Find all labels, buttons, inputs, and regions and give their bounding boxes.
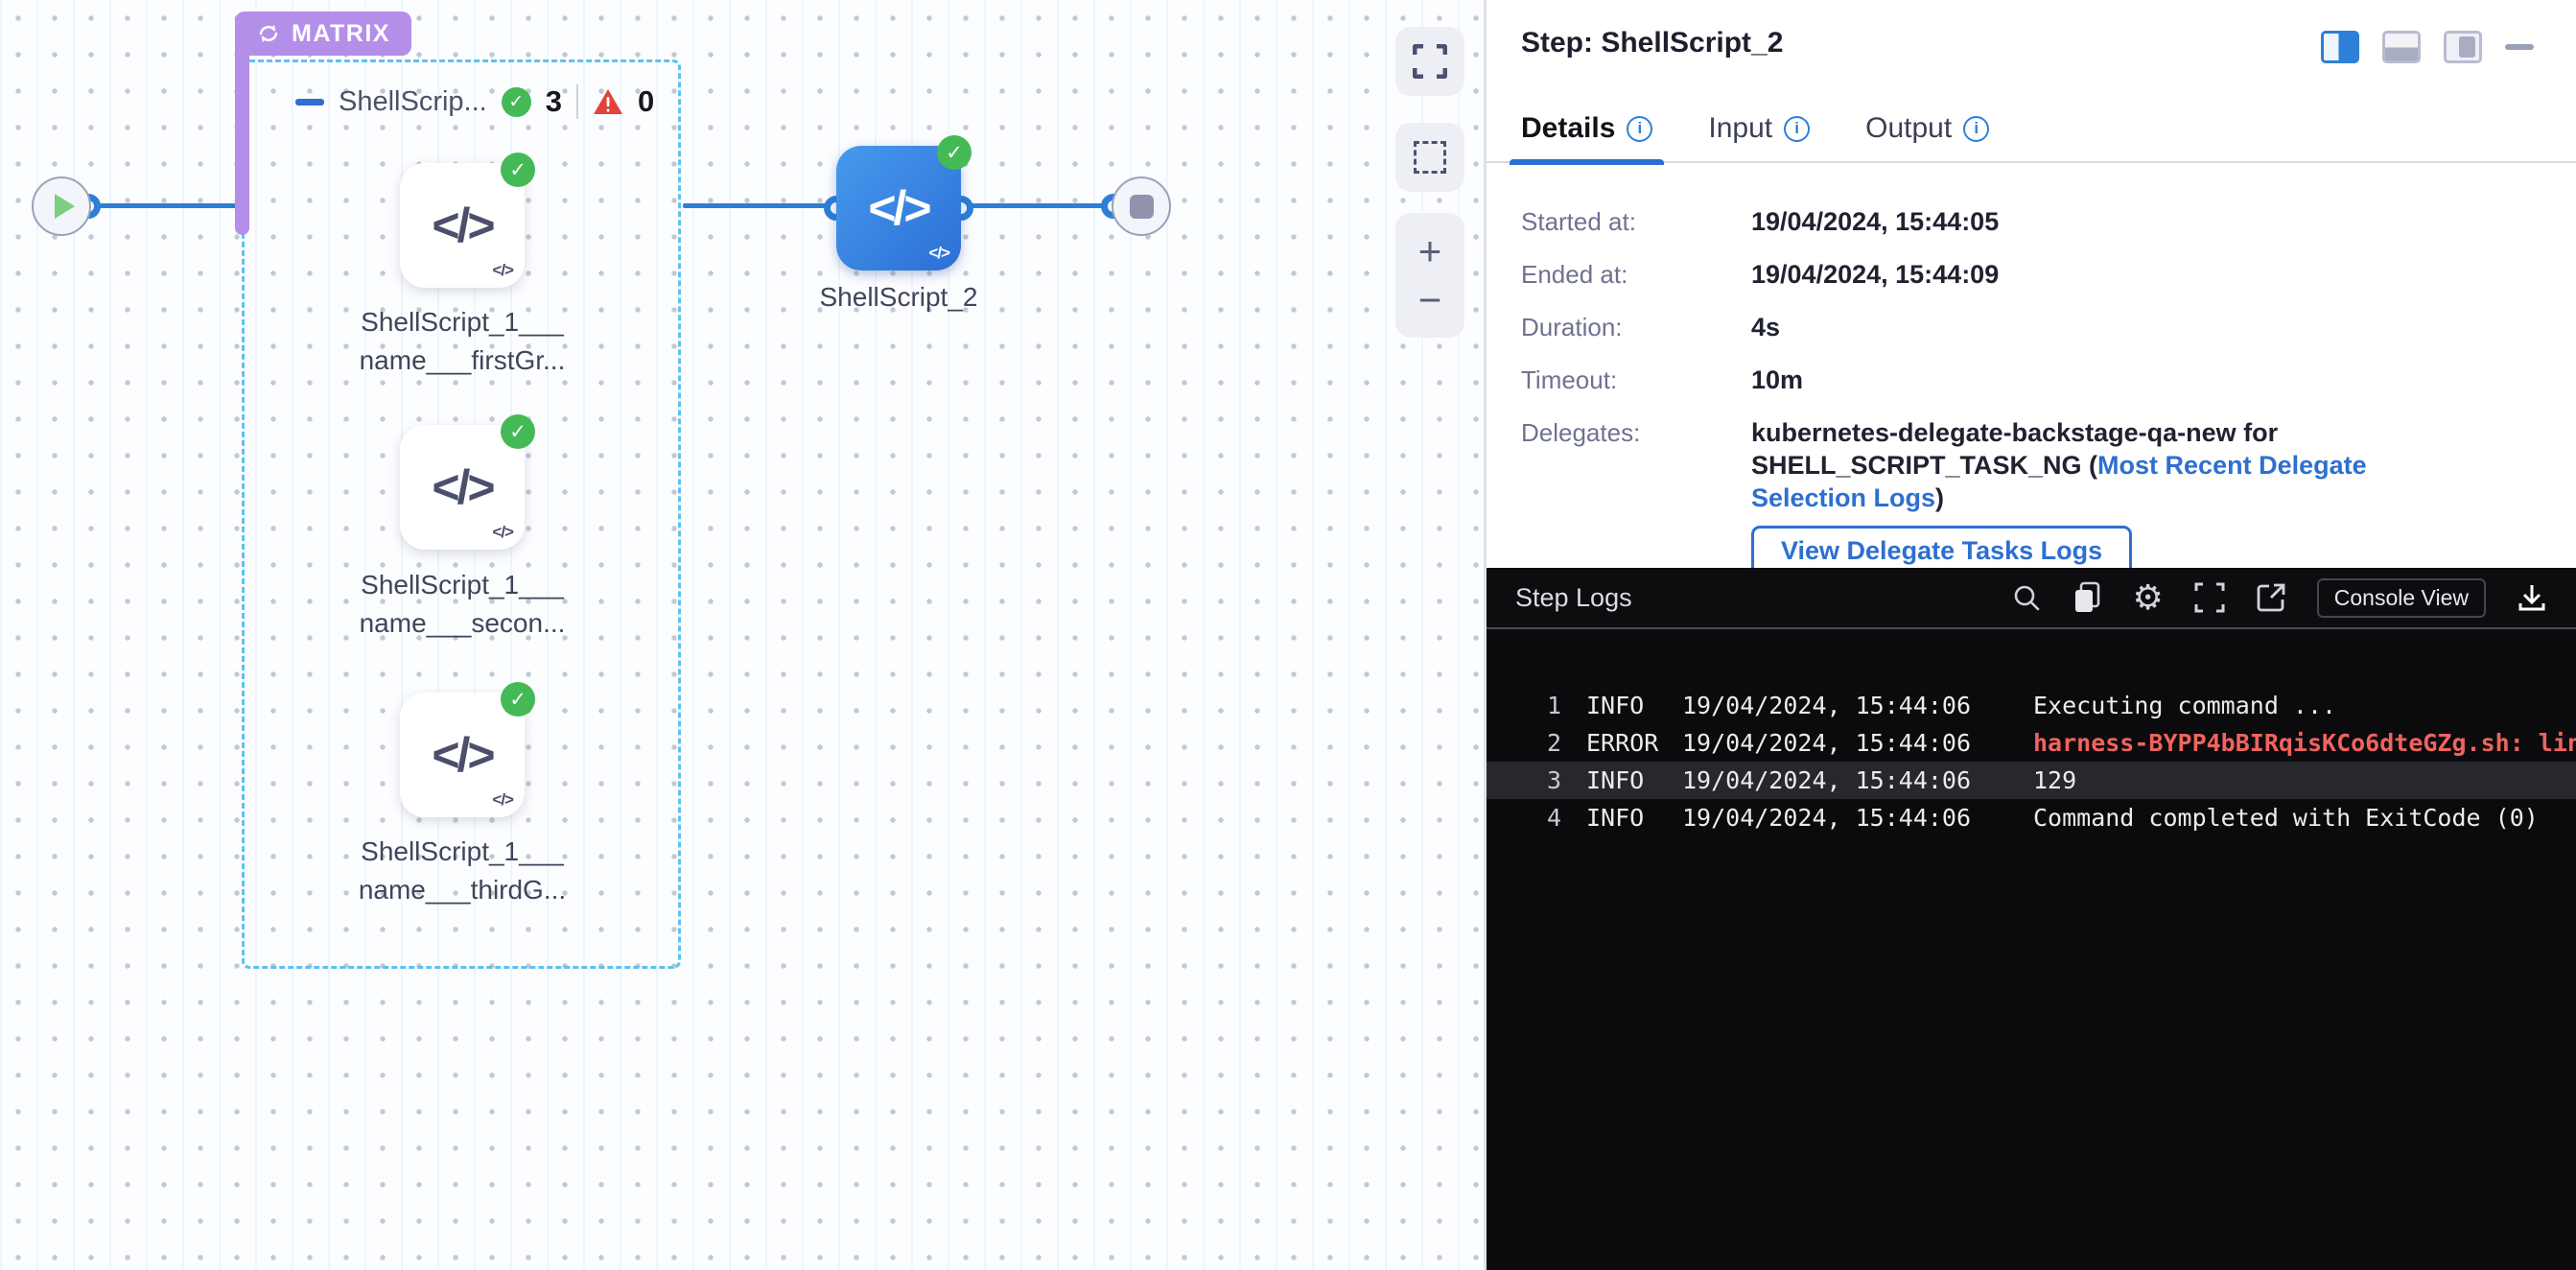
zoom-in-button[interactable]: + bbox=[1418, 231, 1442, 271]
minimize-panel-icon[interactable] bbox=[2505, 44, 2534, 50]
fit-to-screen-button[interactable] bbox=[1395, 27, 1464, 96]
pipeline-canvas[interactable]: MATRIX ShellScrip... ✓ 3 0 </> </> ✓ She… bbox=[0, 0, 1484, 1270]
info-icon[interactable]: i bbox=[1627, 116, 1652, 142]
panel-tabs: Details i Input i Output i bbox=[1487, 96, 2576, 163]
detail-row-started: Started at: 19/04/2024, 15:44:05 bbox=[1521, 205, 2576, 238]
matrix-step-label-1: ShellScript_1___ name___firstGr... bbox=[309, 303, 616, 380]
layout-bottom-view-icon[interactable] bbox=[2382, 31, 2421, 63]
success-count-icon: ✓ bbox=[502, 87, 531, 117]
success-badge: ✓ bbox=[501, 414, 535, 449]
panel-layout-controls bbox=[2321, 31, 2534, 63]
panel-header: Step: ShellScript_2 bbox=[1487, 0, 2576, 96]
gear-icon[interactable]: ⚙ bbox=[2133, 580, 2164, 615]
search-icon[interactable] bbox=[2012, 583, 2041, 612]
collapse-matrix-icon[interactable] bbox=[295, 99, 324, 106]
detail-row-delegates: Delegates: kubernetes-delegate-backstage… bbox=[1521, 416, 2576, 514]
delegates-value: kubernetes-delegate-backstage-qa-new for… bbox=[1751, 416, 2423, 514]
log-line-1[interactable]: 1 INFO 19/04/2024, 15:44:06 Executing co… bbox=[1487, 687, 2576, 724]
shell-script-mini-icon: </> bbox=[492, 261, 513, 280]
layout-right-view-icon[interactable] bbox=[2321, 31, 2359, 63]
tab-details[interactable]: Details i bbox=[1521, 96, 1652, 161]
pipeline-end-node[interactable] bbox=[1112, 176, 1171, 236]
copy-icon[interactable] bbox=[2072, 581, 2102, 614]
shell-script-icon: </> bbox=[432, 198, 492, 253]
step-node-label: ShellScript_2 bbox=[745, 276, 1052, 318]
matrix-group-strip bbox=[235, 42, 249, 235]
edge-start-to-matrix bbox=[86, 203, 242, 208]
step-node-shellscript-2[interactable]: </> </> ✓ bbox=[836, 146, 961, 270]
pipeline-start-node[interactable] bbox=[32, 176, 91, 236]
shell-script-icon: </> bbox=[432, 727, 492, 783]
stop-icon bbox=[1130, 195, 1154, 219]
play-icon bbox=[55, 194, 75, 219]
error-message: harness-BYPP4bBIRqisKCo6dteGZg.sh: line bbox=[2033, 729, 2576, 757]
matrix-title: ShellScrip... bbox=[339, 86, 487, 118]
zoom-out-button[interactable]: − bbox=[1418, 280, 1442, 320]
step-logs-title: Step Logs bbox=[1515, 583, 2012, 613]
tab-input[interactable]: Input i bbox=[1708, 96, 1810, 161]
edge-matrix-to-step bbox=[683, 203, 836, 208]
active-tab-underline bbox=[1510, 159, 1664, 165]
edge-step-to-end bbox=[961, 203, 1114, 208]
matrix-step-node-1[interactable]: </> </> ✓ bbox=[400, 163, 525, 288]
matrix-step-node-3[interactable]: </> </> ✓ bbox=[400, 693, 525, 817]
matrix-step-label-2: ShellScript_1___ name___secon... bbox=[309, 566, 616, 643]
failed-count: 0 bbox=[638, 84, 654, 119]
matrix-tag-label: MATRIX bbox=[292, 20, 390, 48]
log-line-2[interactable]: 2 ERROR 19/04/2024, 15:44:06 harness-BYP… bbox=[1487, 724, 2576, 762]
success-count: 3 bbox=[546, 84, 562, 119]
shell-script-icon: </> bbox=[432, 459, 492, 515]
info-icon[interactable]: i bbox=[1963, 116, 1989, 142]
fullscreen-icon bbox=[1413, 44, 1447, 79]
layout-minimized-view-icon[interactable] bbox=[2444, 31, 2482, 63]
step-logs-panel: Step Logs ⚙ bbox=[1487, 568, 2576, 1270]
matrix-tag: MATRIX bbox=[235, 12, 411, 56]
console-view-button[interactable]: Console View bbox=[2317, 578, 2486, 618]
tab-output[interactable]: Output i bbox=[1865, 96, 1989, 161]
step-logs-header: Step Logs ⚙ bbox=[1487, 568, 2576, 629]
page-title: Step: ShellScript_2 bbox=[1521, 27, 1783, 59]
loop-icon bbox=[256, 21, 281, 46]
selection-tool-button[interactable] bbox=[1395, 123, 1464, 192]
zoom-control: + − bbox=[1395, 213, 1464, 338]
fullscreen-logs-icon[interactable] bbox=[2194, 582, 2225, 613]
matrix-step-label-3: ShellScript_1___ name___thirdG... bbox=[309, 833, 616, 909]
selection-icon bbox=[1414, 141, 1446, 174]
detail-row-timeout: Timeout: 10m bbox=[1521, 364, 2576, 396]
log-line-4[interactable]: 4 INFO 19/04/2024, 15:44:06 Command comp… bbox=[1487, 799, 2576, 836]
divider bbox=[576, 84, 578, 119]
download-logs-icon[interactable] bbox=[2517, 582, 2547, 613]
success-badge: ✓ bbox=[501, 153, 535, 187]
shell-script-mini-icon: </> bbox=[928, 244, 949, 263]
success-badge: ✓ bbox=[501, 682, 535, 717]
detail-row-duration: Duration: 4s bbox=[1521, 311, 2576, 343]
error-script-link[interactable]: harness-BYPP4bBIRqisKCo6dteGZg.sh bbox=[2033, 729, 2510, 757]
warning-triangle-icon bbox=[593, 88, 623, 116]
detail-row-ended: Ended at: 19/04/2024, 15:44:09 bbox=[1521, 258, 2576, 291]
shell-script-mini-icon: </> bbox=[492, 790, 513, 810]
matrix-step-node-2[interactable]: </> </> ✓ bbox=[400, 425, 525, 550]
shell-script-icon: </> bbox=[868, 180, 928, 236]
log-line-3[interactable]: 3 INFO 19/04/2024, 15:44:06 129 bbox=[1487, 762, 2576, 799]
shell-script-mini-icon: </> bbox=[492, 523, 513, 542]
success-badge: ✓ bbox=[937, 135, 972, 170]
open-in-new-tab-icon[interactable] bbox=[2256, 582, 2286, 613]
info-icon[interactable]: i bbox=[1784, 116, 1810, 142]
log-lines: 1 INFO 19/04/2024, 15:44:06 Executing co… bbox=[1487, 629, 2576, 836]
details-section: Started at: 19/04/2024, 15:44:05 Ended a… bbox=[1487, 163, 2576, 576]
matrix-header: ShellScrip... ✓ 3 0 bbox=[295, 84, 654, 119]
